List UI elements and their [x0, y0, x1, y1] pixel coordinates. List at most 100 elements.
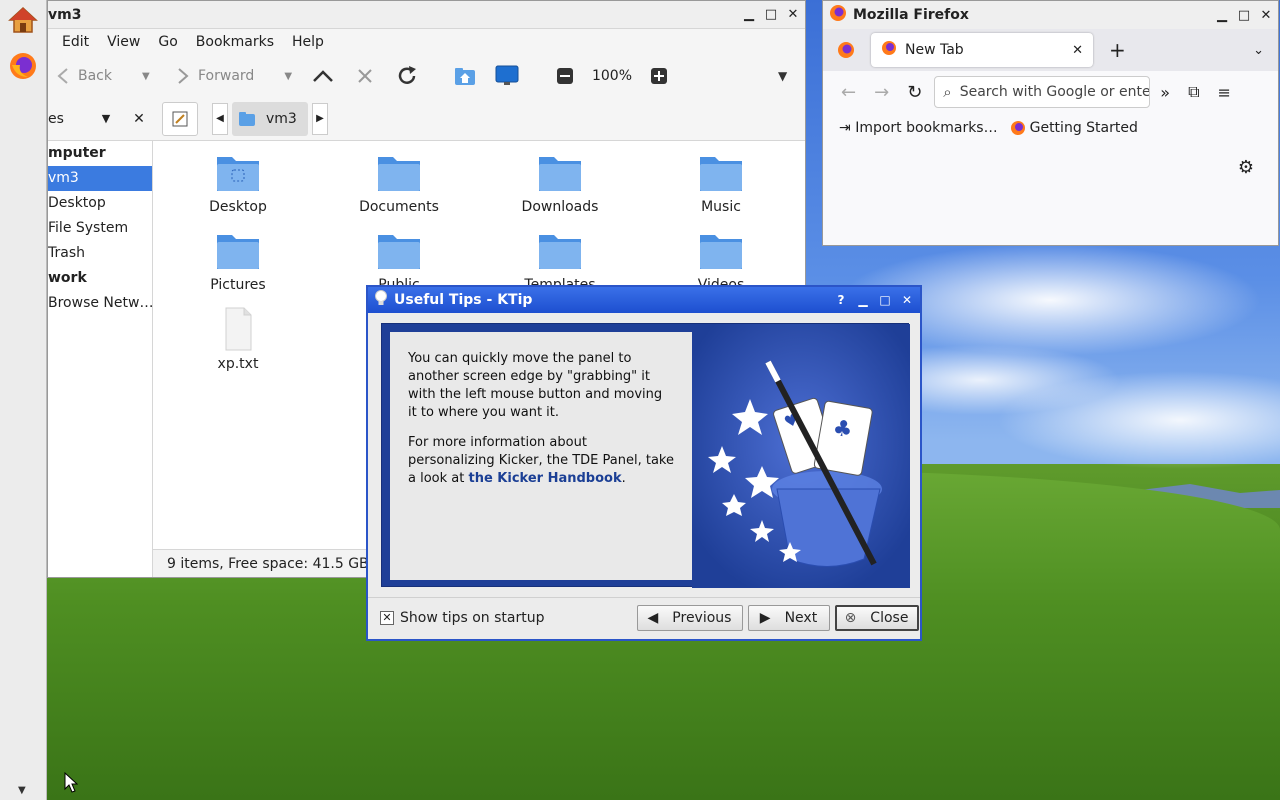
bookmark-getting-started[interactable]: Getting Started — [1010, 120, 1138, 136]
tab-new-tab[interactable]: New Tab ✕ — [871, 33, 1093, 67]
firefox-icon[interactable] — [7, 50, 39, 82]
back-icon[interactable]: ← — [841, 82, 856, 103]
folder-icon — [537, 149, 583, 195]
overflow-chevron-icon[interactable]: » — [1160, 83, 1170, 102]
chevron-down-icon[interactable]: ▼ — [284, 71, 292, 82]
folder-icon — [698, 149, 744, 195]
file-item[interactable]: xp.txt — [178, 306, 298, 372]
stop-button[interactable] — [350, 55, 380, 97]
maximize-button[interactable]: □ — [761, 5, 781, 25]
maximize-button[interactable]: □ — [1234, 5, 1254, 25]
magic-hat-illustration: ♥ ♣ — [692, 324, 910, 588]
folder-icon — [376, 149, 422, 195]
reload-button[interactable] — [392, 55, 422, 97]
lightbulb-icon — [374, 289, 388, 311]
file-item[interactable]: Music — [661, 149, 781, 215]
close-button[interactable]: ✕ — [898, 291, 916, 309]
file-item[interactable]: Documents — [339, 149, 459, 215]
dialog-title: Useful Tips - KTip — [394, 292, 533, 308]
file-manager-titlebar[interactable]: vm3 ▁ □ ✕ — [48, 1, 805, 29]
menu-icon[interactable]: ≡ — [1218, 83, 1231, 102]
next-label: Next — [784, 609, 818, 626]
firefox-view-icon[interactable] — [837, 41, 855, 63]
ktip-titlebar[interactable]: Useful Tips - KTip ? ▁ □ ✕ — [368, 287, 920, 313]
close-label: Close — [870, 609, 909, 626]
home-button[interactable] — [450, 55, 480, 97]
previous-label: Previous — [672, 609, 732, 626]
show-tips-label: Show tips on startup — [400, 609, 545, 626]
panel-collapse-icon[interactable]: ▼ — [18, 785, 26, 796]
home-folder-icon — [450, 66, 480, 86]
zoom-out-icon[interactable] — [550, 68, 580, 84]
sidebar-item-vm3[interactable]: vm3 — [48, 166, 152, 191]
reload-icon — [392, 65, 422, 87]
arrow-right-icon: ▶ — [759, 609, 771, 626]
up-button[interactable] — [308, 55, 338, 97]
sidebar-item-filesystem[interactable]: File System — [48, 216, 152, 241]
sidebar-heading-network: work — [48, 270, 87, 286]
menu-go[interactable]: Go — [149, 34, 186, 50]
file-label: Downloads — [521, 199, 599, 215]
file-label: xp.txt — [217, 356, 259, 372]
minimize-button[interactable]: ▁ — [1212, 5, 1232, 25]
chevron-down-icon[interactable]: ▼ — [88, 112, 124, 125]
file-label: Music — [701, 199, 741, 215]
file-item[interactable]: Videos — [661, 227, 781, 293]
tab-label: New Tab — [905, 42, 964, 58]
file-item[interactable]: Downloads — [500, 149, 620, 215]
menu-help[interactable]: Help — [283, 34, 333, 50]
bookmark-import[interactable]: ⇥ Import bookmarks… — [839, 120, 998, 136]
menu-edit[interactable]: Edit — [53, 34, 98, 50]
computer-button[interactable] — [492, 55, 522, 97]
import-icon: ⇥ — [839, 120, 851, 136]
menu-view[interactable]: View — [98, 34, 149, 50]
status-bar: 9 items, Free space: 41.5 GB — [153, 549, 373, 577]
minimize-button[interactable]: ▁ — [739, 5, 759, 25]
arrow-left-icon: ◀ — [647, 609, 659, 626]
previous-button[interactable]: ◀ Previous — [636, 604, 743, 631]
sidebar-item-trash[interactable]: Trash — [48, 241, 152, 266]
close-dialog-button[interactable]: ⊗ Close — [834, 604, 919, 631]
extensions-icon[interactable]: ⧉ — [1188, 82, 1199, 102]
close-pane-icon[interactable]: ✕ — [124, 111, 154, 127]
firefox-icon — [829, 4, 847, 26]
close-tab-icon[interactable]: ✕ — [1072, 43, 1083, 58]
tip-text: You can quickly move the panel to anothe… — [390, 332, 692, 580]
tip-frame: You can quickly move the panel to anothe… — [381, 323, 910, 588]
chevron-down-icon[interactable]: ▼ — [142, 71, 150, 82]
next-button[interactable]: ▶ Next — [747, 604, 830, 631]
kicker-handbook-link[interactable]: the Kicker Handbook — [468, 471, 621, 486]
sidebar-item-desktop[interactable]: Desktop — [48, 191, 152, 216]
forward-button[interactable]: Forward ▼ — [168, 55, 308, 97]
zoom-in-icon[interactable] — [644, 68, 674, 84]
close-button[interactable]: ✕ — [783, 5, 803, 25]
maximize-button[interactable]: □ — [876, 291, 894, 309]
show-tips-checkbox[interactable]: ✕ — [380, 610, 394, 625]
minimize-button[interactable]: ▁ — [854, 291, 872, 309]
help-button[interactable]: ? — [832, 291, 850, 309]
breadcrumb-vm3[interactable]: vm3 — [232, 101, 308, 136]
back-button[interactable]: Back ▼ — [48, 55, 168, 97]
file-item[interactable]: Desktop — [178, 149, 298, 215]
file-item[interactable]: Pictures — [178, 227, 298, 293]
home-icon[interactable] — [7, 4, 39, 36]
file-item[interactable]: Public — [339, 227, 459, 293]
forward-icon[interactable]: → — [874, 82, 889, 103]
crumb-left-icon[interactable]: ◀ — [212, 102, 228, 135]
tab-strip: New Tab ✕ + ⌄ — [823, 29, 1278, 71]
gear-icon[interactable]: ⚙ — [1238, 157, 1254, 178]
toolbar-overflow-icon[interactable]: ▼ — [778, 55, 787, 97]
folder-icon — [376, 227, 422, 273]
reload-icon[interactable]: ↻ — [907, 82, 922, 103]
crumb-right-icon[interactable]: ▶ — [312, 102, 328, 135]
close-button[interactable]: ✕ — [1256, 5, 1276, 25]
edit-location-button[interactable] — [162, 101, 198, 136]
new-tab-icon[interactable]: + — [1109, 38, 1126, 62]
url-bar[interactable]: ⌕ Search with Google or enter address — [934, 76, 1151, 108]
firefox-titlebar[interactable]: Mozilla Firefox ▁ □ ✕ — [823, 1, 1278, 29]
navigation-bar: ← → ↻ ⌕ Search with Google or enter addr… — [823, 71, 1278, 113]
list-tabs-icon[interactable]: ⌄ — [1253, 43, 1264, 58]
sidebar-item-browse-network[interactable]: Browse Netw… — [48, 291, 152, 316]
file-item[interactable]: Templates — [500, 227, 620, 293]
menu-bookmarks[interactable]: Bookmarks — [187, 34, 283, 50]
